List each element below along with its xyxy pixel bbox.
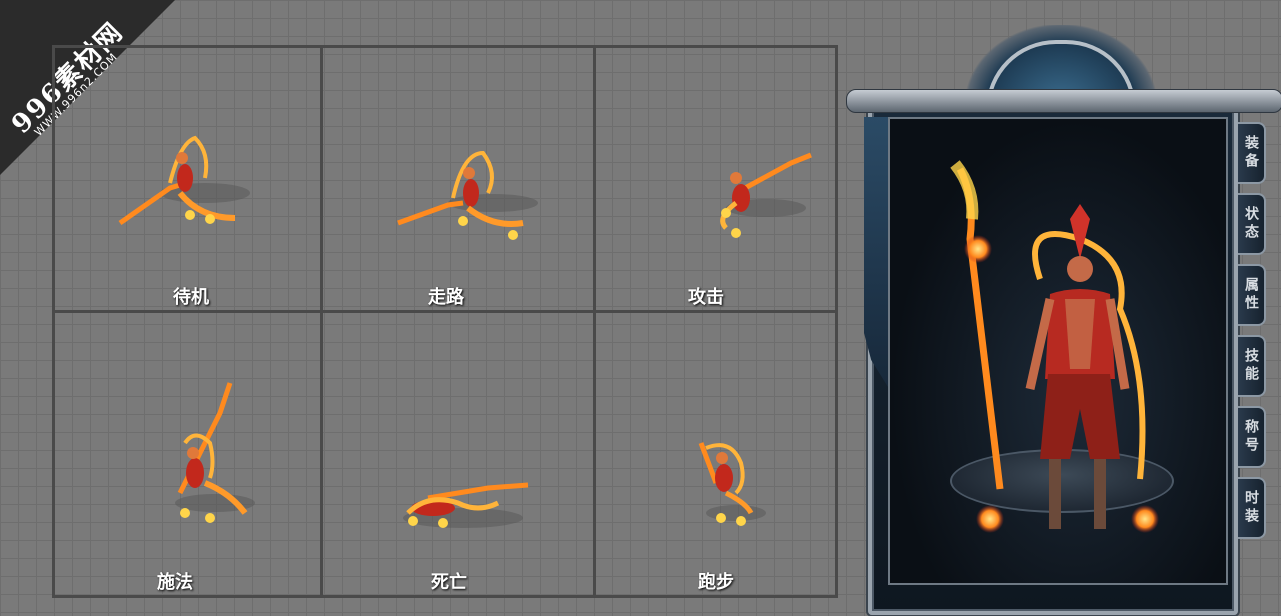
fire-monk-sprite-icon [397,150,538,240]
character-viewport[interactable] [888,117,1228,585]
character-tabs: 装备 状态 属性 技能 称号 时装 [1238,122,1268,548]
anim-cell-death[interactable]: 死亡 [323,313,593,595]
tab-fashion[interactable]: 时装 [1238,477,1266,539]
tab-status[interactable]: 状态 [1238,193,1266,255]
anim-cell-cast[interactable]: 施法 [55,313,320,595]
anim-label: 攻击 [688,287,724,308]
anim-cell-walk[interactable]: 走路 [323,48,593,310]
tab-attributes[interactable]: 属性 [1238,264,1266,326]
panel-top-bar [846,89,1281,113]
anim-cell-run[interactable]: 跑步 [596,313,838,595]
fire-monk-sprite-icon [175,382,255,523]
tab-skills[interactable]: 技能 [1238,335,1266,397]
tab-titles[interactable]: 称号 [1238,406,1266,468]
anim-label: 死亡 [431,572,467,593]
anim-cell-idle[interactable]: 待机 [55,48,320,310]
fire-monk-model-icon [950,160,1159,533]
fire-monk-sprite-icon [720,152,812,238]
fire-monk-sprite-icon [698,442,766,526]
character-panel: 装备 状态 属性 技能 称号 时装 [846,25,1281,616]
anim-cell-attack[interactable]: 攻击 [596,48,838,310]
anim-label: 待机 [173,287,209,308]
anim-label: 施法 [157,572,193,593]
animation-grid: 待机 走路 攻击 施法 死亡 跑步 [52,45,838,598]
anim-label: 走路 [428,287,464,308]
fire-monk-sprite-icon [118,135,250,226]
anim-label: 跑步 [698,572,734,593]
fire-monk-sprite-icon [403,482,529,528]
tab-equipment[interactable]: 装备 [1238,122,1266,184]
